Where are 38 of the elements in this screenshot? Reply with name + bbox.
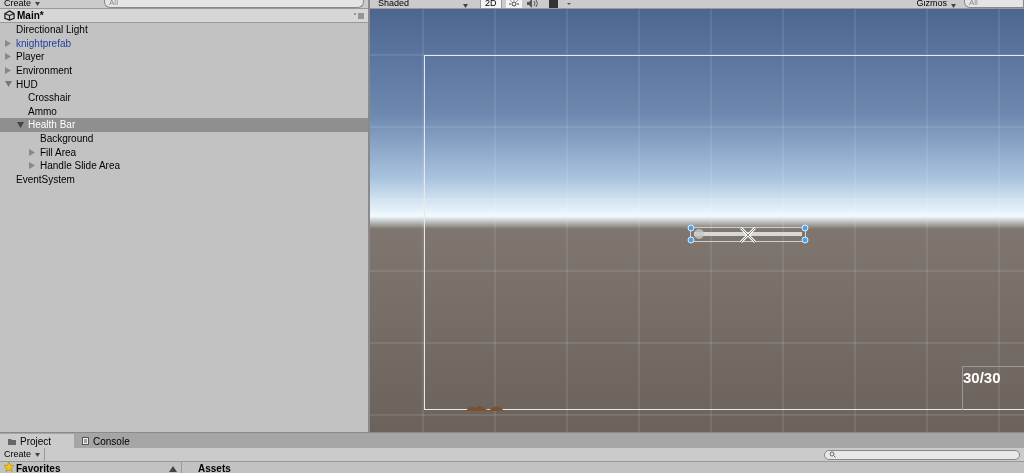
hierarchy-item[interactable]: knightprefab bbox=[0, 36, 368, 51]
hierarchy-item[interactable]: Fill Area bbox=[0, 145, 368, 159]
hierarchy-item[interactable]: Crosshair bbox=[0, 90, 368, 105]
expanded-arrow-icon[interactable] bbox=[5, 81, 12, 88]
scroll-arrow-icon[interactable] bbox=[169, 466, 177, 472]
ammo-counter: 30/30 bbox=[963, 369, 1001, 387]
panel-tab[interactable]: Console bbox=[74, 434, 138, 448]
hierarchy-item[interactable]: HUD bbox=[0, 77, 368, 91]
folder-icon bbox=[8, 437, 16, 445]
create-button[interactable]: Create bbox=[0, 0, 44, 8]
search-field[interactable] bbox=[824, 449, 1020, 460]
favorites-label[interactable]: Favorites bbox=[16, 462, 61, 473]
hierarchy-item[interactable]: Ammo bbox=[0, 104, 368, 119]
2d-toggle[interactable]: 2D bbox=[480, 0, 502, 8]
ammo-text-frame bbox=[962, 366, 1024, 410]
scene-view[interactable]: 30/30 bbox=[370, 9, 1024, 432]
scene-name: Main* bbox=[17, 9, 44, 23]
panel-tab[interactable]: Project bbox=[0, 434, 74, 448]
hierarchy-item[interactable]: Directional Light bbox=[0, 23, 368, 37]
caret-icon bbox=[35, 1, 40, 6]
assets-label[interactable]: Assets bbox=[182, 462, 231, 473]
hierarchy-item[interactable]: Handle Slide Area bbox=[0, 158, 368, 173]
speaker-icon[interactable] bbox=[525, 0, 540, 8]
hierarchy-item[interactable]: EventSystem bbox=[0, 172, 368, 187]
sun-icon[interactable] bbox=[505, 0, 522, 8]
slider-thumb[interactable] bbox=[694, 229, 705, 239]
hierarchy-item[interactable]: Background bbox=[0, 131, 368, 146]
move-handle-icon[interactable] bbox=[738, 226, 758, 244]
star-icon bbox=[4, 462, 14, 472]
console-icon bbox=[82, 437, 89, 445]
gizmos-dropdown[interactable]: Gizmos bbox=[908, 0, 964, 8]
hierarchy-item[interactable]: Environment bbox=[0, 63, 368, 78]
create-button[interactable]: Create bbox=[0, 447, 45, 462]
hierarchy-item[interactable]: Player bbox=[0, 50, 368, 64]
caret-icon bbox=[35, 452, 40, 457]
expanded-arrow-icon[interactable] bbox=[17, 121, 24, 128]
shading-dropdown[interactable]: Shaded bbox=[370, 0, 476, 8]
search-icon bbox=[829, 451, 836, 458]
